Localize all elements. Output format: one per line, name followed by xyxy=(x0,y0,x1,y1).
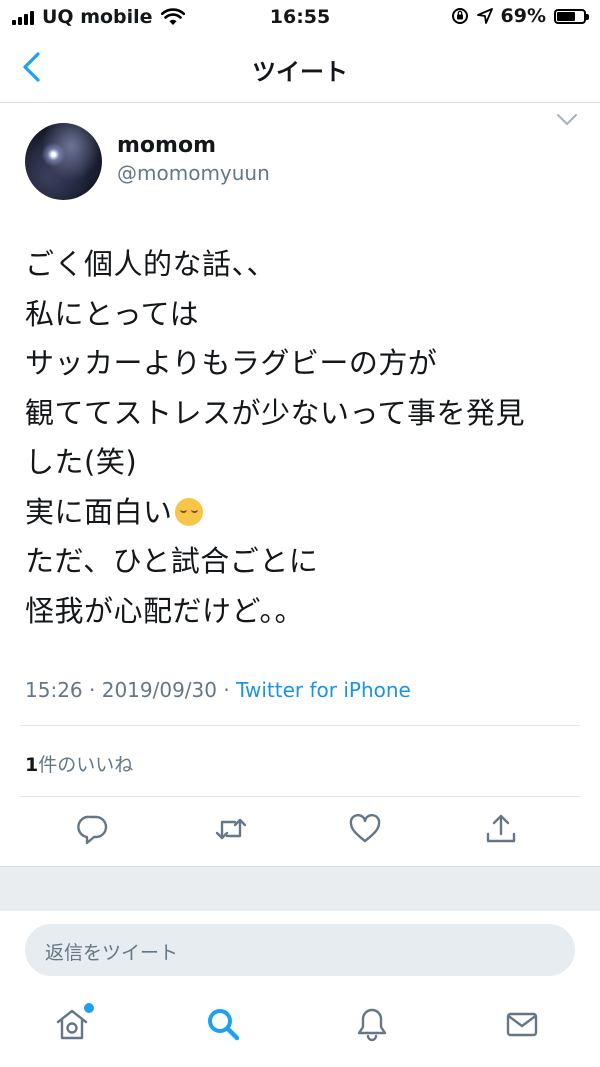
chevron-down-icon[interactable] xyxy=(555,112,579,128)
smiling-face-icon xyxy=(174,497,203,526)
tweet-line: 観ててストレスが少ないって事を発見 xyxy=(25,395,526,430)
likes-label: 件のいいね xyxy=(38,754,134,776)
divider xyxy=(20,796,580,797)
tab-notifications[interactable] xyxy=(354,1006,398,1050)
tweet-line: 実に面白い xyxy=(25,494,173,529)
tweet-line: ただ、ひと試合ごとに xyxy=(25,544,319,578)
author-handle[interactable]: @momomyuun xyxy=(117,161,270,185)
meta-separator: · xyxy=(89,678,96,702)
battery-level xyxy=(557,11,575,21)
reply-icon xyxy=(77,815,108,845)
tab-bar xyxy=(0,990,600,1067)
like-button[interactable] xyxy=(348,812,388,852)
tweet-meta: 15:26 · 2019/09/30 · Twitter for iPhone xyxy=(25,678,411,702)
retweet-button[interactable] xyxy=(214,812,254,852)
tweet-actions xyxy=(0,812,600,852)
tweet-line: した(笑) xyxy=(25,445,138,479)
battery-percent: 69% xyxy=(500,5,546,27)
author-name[interactable]: momom xyxy=(117,133,216,158)
tweet-line: サッカーよりもラグビーの方が xyxy=(25,346,438,380)
divider xyxy=(20,725,580,726)
messages-icon xyxy=(506,1012,538,1037)
tab-search[interactable] xyxy=(205,1006,249,1050)
page-title: ツイート xyxy=(252,58,348,86)
tweet-line: 怪我が心配だけど。。 xyxy=(25,593,305,628)
tab-home[interactable] xyxy=(54,1006,98,1050)
reply-input[interactable]: 返信をツイート xyxy=(25,924,575,976)
tweet-line: ごく個人的な話、、 xyxy=(25,247,277,281)
likes-number: 1 xyxy=(25,754,39,776)
like-icon xyxy=(349,813,381,843)
location-icon xyxy=(476,8,493,24)
nav-header: ツイート xyxy=(0,34,600,103)
notifications-icon xyxy=(357,1008,387,1042)
tweet-source-link[interactable]: Twitter for iPhone xyxy=(236,678,411,702)
orientation-lock-icon xyxy=(451,8,468,24)
meta-separator: · xyxy=(223,678,230,702)
tweet-line-with-emoji: 実に面白い xyxy=(25,488,585,538)
likes-count[interactable]: 1件のいいね xyxy=(25,750,133,777)
retweet-icon xyxy=(215,818,247,840)
tweet-text: ごく個人的な話、、 私にとっては サッカーよりもラグビーの方が 観ててストレスが… xyxy=(25,240,585,636)
avatar[interactable] xyxy=(25,123,102,200)
share-button[interactable] xyxy=(484,812,524,852)
share-icon xyxy=(486,814,516,843)
status-bar: UQ mobile 16:55 69% xyxy=(0,0,600,34)
new-content-dot xyxy=(84,1003,94,1013)
tweet-detail-screen: UQ mobile 16:55 69% ツイート momom @momomyuu… xyxy=(0,0,600,1067)
battery-icon xyxy=(554,8,589,24)
section-separator xyxy=(0,866,600,911)
tweet-date: 2019/09/30 xyxy=(101,678,217,702)
tweet-line: 私にとっては xyxy=(25,296,200,331)
tab-messages[interactable] xyxy=(504,1006,548,1050)
tweet-time: 15:26 xyxy=(25,678,83,702)
reply-button[interactable] xyxy=(76,812,116,852)
search-icon xyxy=(208,1009,240,1041)
reply-placeholder: 返信をツイート xyxy=(45,942,179,964)
